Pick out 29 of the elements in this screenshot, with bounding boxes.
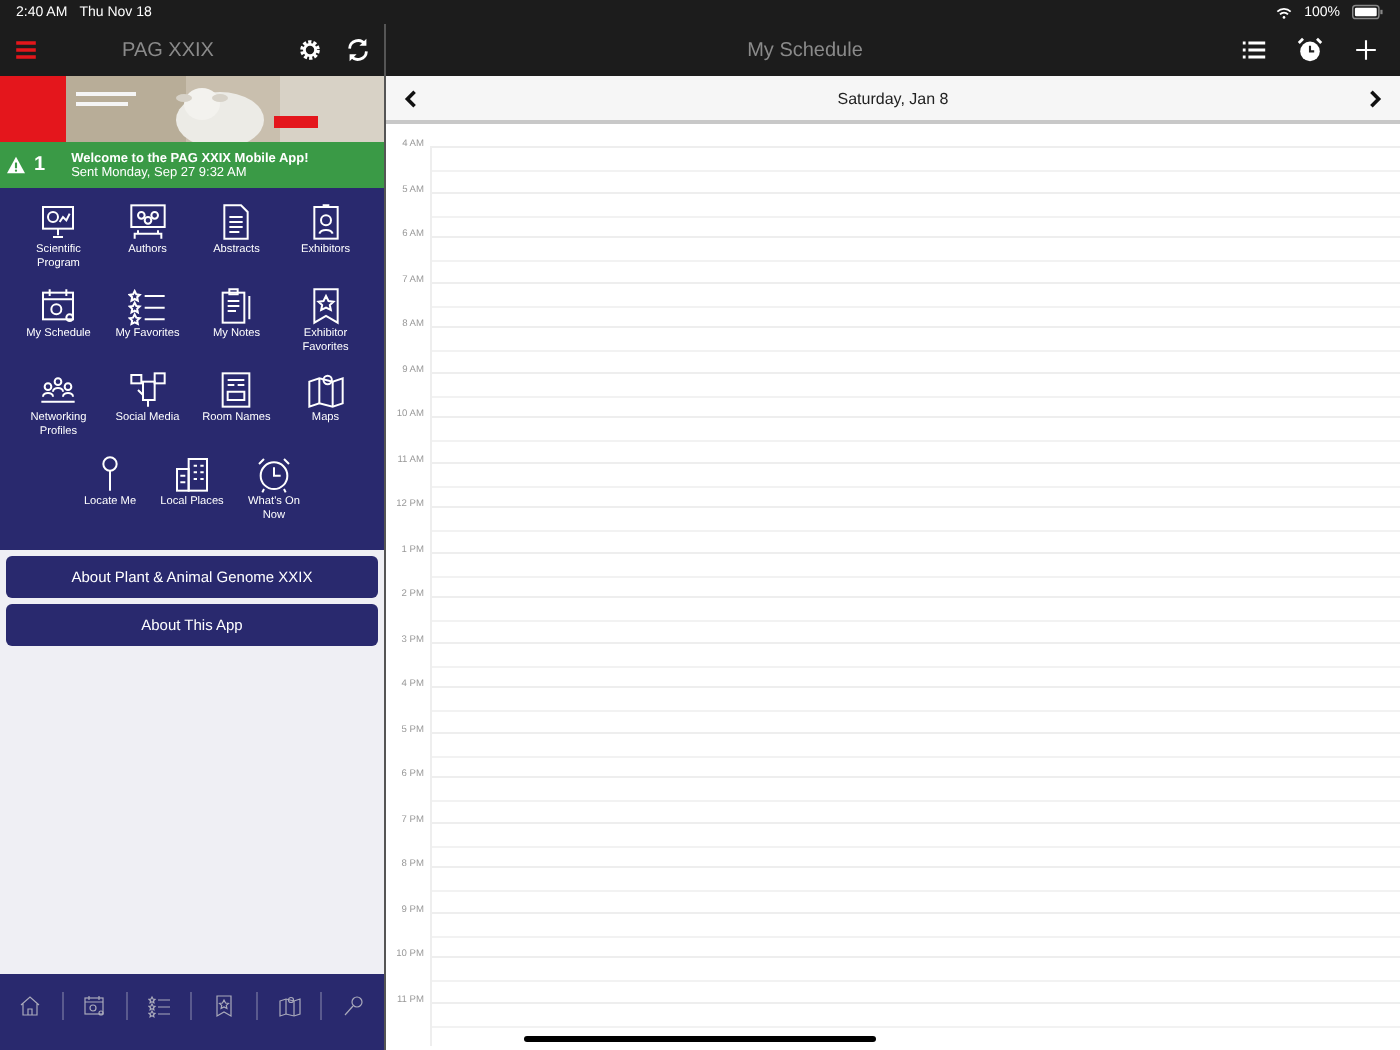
people-group-icon [127,202,168,242]
map-pin-icon [277,994,302,1018]
refresh-icon[interactable] [344,36,372,64]
list-icon[interactable] [1240,36,1268,64]
presentation-board-icon [38,202,79,242]
star-list-icon [147,994,172,1018]
calendar-icon [82,994,107,1018]
schedule-title: My Schedule [747,39,863,61]
wifi-icon [1276,5,1293,19]
app-title: PAG XXIX [120,39,216,61]
alarm-clock-icon[interactable] [1296,36,1324,64]
date-label: Saturday, Jan 8 [835,89,951,107]
calendar-icon [38,286,79,326]
previous-day-icon[interactable] [402,89,420,107]
menu-icon[interactable] [12,36,40,64]
battery-icon [1352,4,1384,20]
notification-count: 1 [34,154,46,176]
time-slot[interactable] [430,1001,1400,1046]
map-pin-icon [305,370,346,410]
buildings-icon [172,454,212,494]
star-list-icon [127,286,168,326]
next-day-icon[interactable] [1366,89,1384,107]
warning-icon [6,156,26,174]
add-icon[interactable] [1352,36,1380,64]
search-icon [342,994,367,1018]
alarm-clock-icon [254,454,294,494]
home-icon [17,994,42,1018]
star-bookmark-icon [212,994,237,1018]
settings-icon[interactable] [296,36,324,64]
